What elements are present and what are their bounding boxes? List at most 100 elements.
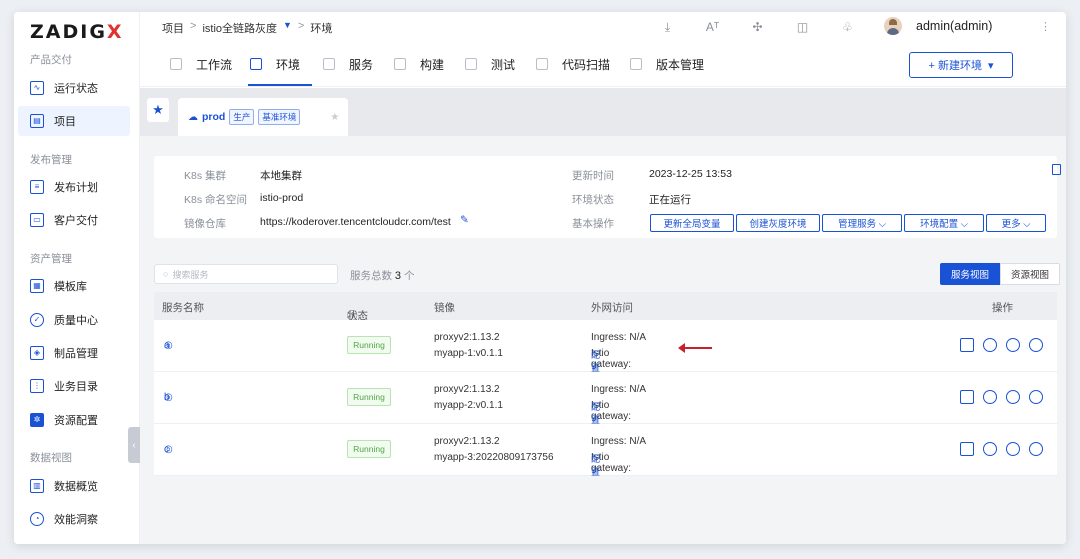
registry-value: https://koderover.tencentcloudcr.com/tes… [260,216,451,228]
restart-icon[interactable] [983,390,997,404]
user-menu[interactable]: admin(admin) [884,17,992,35]
ingress-value: Ingress: N/A [591,384,647,395]
tab-build[interactable]: 构建 [394,56,444,72]
build-icon [394,58,406,70]
col-external-access: 外网访问 [591,302,633,314]
restart-icon[interactable] [983,442,997,456]
view-icon[interactable] [960,442,974,456]
sidebar-item-release-plan[interactable]: ≡ 发布计划 [18,172,130,202]
breadcrumb-separator: > [297,20,305,32]
edit-icon[interactable]: ✎ [460,214,469,226]
download-icon[interactable]: ⤓ [645,18,690,36]
gateway-config-link[interactable]: 配置 [591,452,600,478]
document-icon[interactable] [1052,164,1061,175]
update-global-vars-button[interactable]: 更新全局变量 [650,214,734,232]
image-name: myapp-1:v0.1.1 [434,348,503,359]
upgrade-icon[interactable] [1006,338,1020,352]
image-name: proxyv2:1.13.2 [434,436,500,447]
restart-icon[interactable] [983,338,997,352]
env-tab-prod[interactable]: ☁ prod 生产 基准环境 ★ [178,98,348,136]
view-icon[interactable] [960,390,974,404]
sidebar-item-status[interactable]: ∿ 运行状态 [18,73,130,103]
tab-version[interactable]: 版本管理 [630,56,704,72]
section-title-release: 发布管理 [30,154,72,166]
col-actions: 操作 [992,302,1013,314]
caret-down-icon[interactable]: ▼ [283,20,292,36]
plugin-icon[interactable]: ✣ [735,18,780,36]
row-actions [960,338,1043,352]
section-title-assets: 资产管理 [30,253,72,265]
artifact-icon: ◈ [30,346,44,360]
translate-icon[interactable]: Aᵀ [690,18,735,36]
tag-base-env: 基准环境 [258,109,301,125]
tab-services[interactable]: 服务 [323,56,373,72]
star-icon[interactable]: ★ [147,98,169,122]
sidebar-item-templates[interactable]: ▦ 模板库 [18,271,130,301]
table-row: ◎ c Running proxyv2:1.13.2 myapp-3:20220… [154,424,1057,478]
pin-icon[interactable]: ★ [330,112,339,123]
image-name: proxyv2:1.13.2 [434,384,500,395]
env-status-label: 环境状态 [572,194,614,206]
tab-workflow[interactable]: 工作流 [170,56,232,72]
chart-icon: ▥ [30,479,44,493]
tab-test[interactable]: 测试 [465,56,515,72]
gateway-config-link[interactable]: 配置 [591,400,600,426]
upgrade-icon[interactable] [1006,442,1020,456]
annotation-arrow [678,343,712,353]
bell-icon[interactable]: ♧ [825,18,870,36]
history-icon[interactable] [1029,442,1043,456]
tab-code-scan[interactable]: 代码扫描 [536,56,610,72]
resource-view-button[interactable]: 资源视图 [1000,263,1061,285]
docs-icon[interactable]: ◫ [780,18,825,36]
sidebar-item-catalog[interactable]: ⋮ 业务目录 [18,371,130,401]
table-header: 服务名称 状态(3/3) ⓘ 镜像 外网访问 操作 [154,292,1057,335]
breadcrumb-env: 环境 [310,23,333,35]
top-header: 项目 > istio全链路灰度 ▼ > 环境 ⤓ Aᵀ ✣ ◫ ♧ admin(… [140,12,1066,42]
env-status-value: 正在运行 [649,194,691,206]
new-environment-button[interactable]: + 新建环境 ▾ [909,52,1013,78]
delivery-icon: ▭ [30,213,44,227]
status-badge: Running [347,336,391,354]
gateway-config-link[interactable]: 配置 [591,348,600,374]
header-icons: ⤓ Aᵀ ✣ ◫ ♧ [645,18,870,36]
sidebar-item-artifacts[interactable]: ◈ 制品管理 [18,338,130,368]
logo[interactable]: ZADIGX [30,21,124,43]
more-button[interactable]: 更多 ⌵ [986,214,1046,232]
module-tabs: 工作流 环境 服务 构建 测试 代码扫描 版本管理 + 新建环境 ▾ [140,42,1066,87]
version-icon [630,58,642,70]
view-icon[interactable] [960,338,974,352]
history-icon[interactable] [1029,338,1043,352]
ingress-value: Ingress: N/A [591,436,647,447]
sidebar: ZADIGX 产品交付 ∿ 运行状态 ▤ 项目 发布管理 ≡ 发布计划 ▭ 客户交付 资… [14,12,140,544]
sidebar-item-quality[interactable]: ✓ 质量中心 [18,305,130,335]
sidebar-item-insights[interactable]: ◔ 效能洞察 [18,504,130,534]
upgrade-icon[interactable] [1006,390,1020,404]
sidebar-item-project[interactable]: ▤ 项目 [18,106,130,136]
search-input[interactable]: ○ 搜索服务 [154,264,338,284]
service-view-button[interactable]: 服务视图 [940,263,1001,285]
sidebar-item-delivery[interactable]: ▭ 客户交付 [18,205,130,235]
tab-environment[interactable]: 环境 [250,56,300,72]
ingress-value: Ingress: N/A [591,332,647,343]
breadcrumb-project[interactable]: istio全链路灰度 [202,20,277,36]
updated-value: 2023-12-25 13:53 [649,168,732,180]
history-icon[interactable] [1029,390,1043,404]
project-icon: ▤ [30,114,44,128]
ops-label: 基本操作 [572,218,614,230]
env-config-button[interactable]: 环境配置 ⌵ [904,214,984,232]
manage-services-button[interactable]: 管理服务 ⌵ [822,214,902,232]
services-table: 服务名称 状态(3/3) ⓘ 镜像 外网访问 操作 ◎ a Running pr… [154,292,1057,478]
namespace-value: istio-prod [260,192,304,204]
sidebar-item-overview[interactable]: ▥ 数据概览 [18,471,130,501]
more-menu-icon[interactable]: ⋮ [1040,20,1051,33]
sidebar-collapse-button[interactable]: ‹ [128,427,140,463]
sidebar-item-resources[interactable]: ✲ 资源配置 [18,405,130,435]
user-name: admin(admin) [916,19,993,33]
image-name: myapp-2:v0.1.1 [434,400,503,411]
breadcrumb-projects[interactable]: 项目 [162,20,184,36]
cluster-value: 本地集群 [260,170,302,182]
active-tab-indicator [248,84,312,86]
env-tab-bar: ★ ☁ prod 生产 基准环境 ★ [140,88,1066,136]
create-gray-env-button[interactable]: 创建灰度环境 [736,214,820,232]
breadcrumb: 项目 > istio全链路灰度 ▼ > 环境 [162,20,332,36]
